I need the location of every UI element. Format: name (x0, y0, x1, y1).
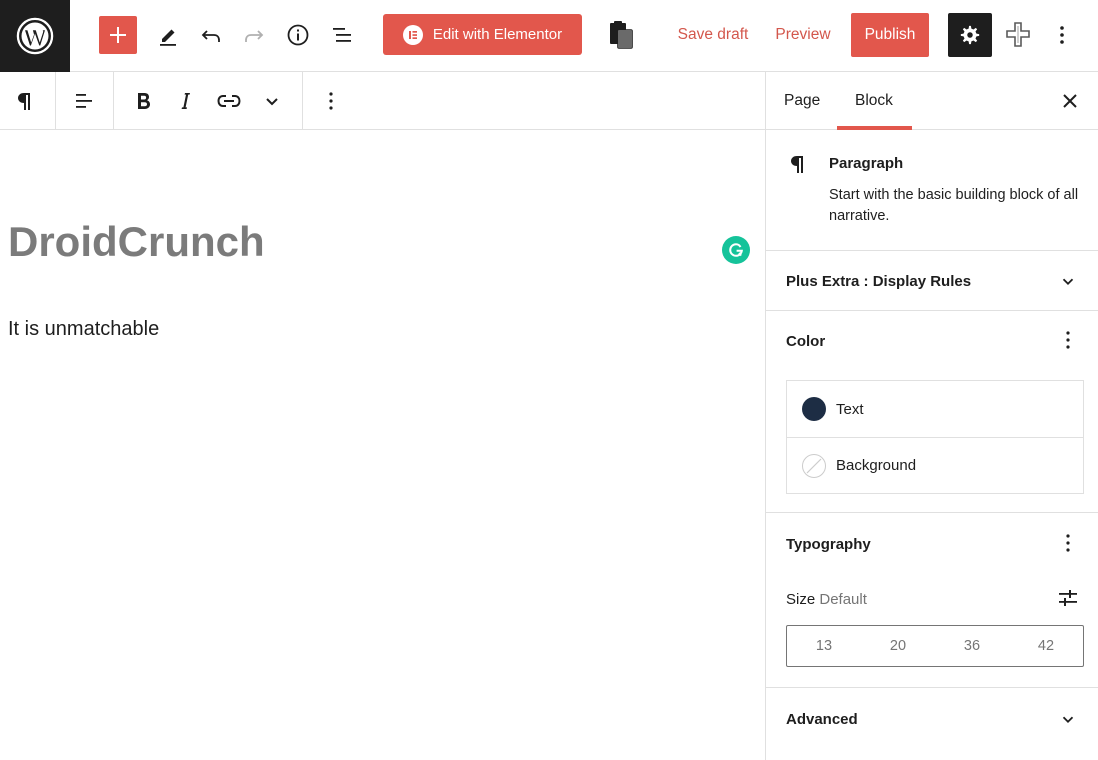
list-view-button[interactable] (324, 14, 360, 55)
settings-sidebar: Page Block Paragraph Start with the basi… (765, 72, 1098, 760)
font-size-option[interactable]: 20 (861, 626, 935, 666)
paragraph-block[interactable]: It is unmatchable (8, 318, 159, 341)
background-color-swatch (802, 453, 826, 478)
more-vertical-icon (1066, 331, 1070, 349)
more-vertical-icon (1060, 25, 1064, 44)
tab-page[interactable]: Page (784, 72, 820, 130)
preview-button[interactable]: Preview (773, 14, 833, 55)
font-size-value: Default (819, 591, 867, 608)
redo-icon (245, 29, 264, 42)
tab-block[interactable]: Block (855, 72, 893, 130)
plugin-plus-icon (1006, 21, 1030, 47)
color-background-item[interactable]: Background (787, 437, 1083, 493)
wordpress-logo-button[interactable] (0, 0, 70, 72)
align-left-icon (76, 94, 92, 108)
grammarly-icon (729, 243, 743, 257)
font-size-option[interactable]: 13 (787, 626, 861, 666)
close-icon (1063, 94, 1077, 108)
font-size-option[interactable]: 36 (935, 626, 1009, 666)
typography-options-button[interactable] (1056, 531, 1080, 555)
details-button[interactable] (280, 14, 316, 55)
chevron-down-icon[interactable] (1056, 269, 1080, 293)
font-size-picker: 13 20 36 42 (786, 625, 1084, 667)
italic-icon (181, 93, 190, 109)
editor-canvas: DroidCrunch It is unmatchable (0, 130, 765, 760)
grammarly-button[interactable] (722, 236, 750, 264)
chevron-down-icon (266, 98, 278, 106)
font-size-option[interactable]: 42 (1009, 626, 1083, 666)
custom-size-button[interactable] (1056, 586, 1080, 610)
list-view-icon (333, 27, 351, 42)
color-settings-list: Text Background (786, 380, 1084, 494)
color-background-label: Background (836, 457, 917, 474)
info-icon (287, 24, 309, 45)
block-toolbar (0, 72, 766, 130)
font-size-label-text: Size (786, 591, 816, 608)
more-formatting-button[interactable] (257, 86, 287, 116)
gear-icon (960, 25, 980, 45)
block-type-button[interactable] (10, 86, 40, 116)
edit-with-elementor-label: Edit with Elementor (432, 26, 563, 43)
advanced-panel[interactable]: Advanced (766, 688, 1098, 760)
undo-button[interactable] (193, 14, 229, 55)
italic-button[interactable] (171, 86, 201, 116)
sidebar-tabs: Page Block (766, 72, 1098, 130)
bold-icon (138, 93, 150, 109)
settings-sliders-icon (1059, 590, 1077, 606)
clipboard-icon (610, 20, 633, 49)
text-color-swatch (802, 397, 826, 421)
color-text-item[interactable]: Text (787, 381, 1083, 437)
add-block-button[interactable] (99, 16, 137, 54)
options-button[interactable] (1044, 14, 1080, 55)
edit-with-elementor-button[interactable]: Edit with Elementor (383, 14, 582, 55)
typography-panel-title: Typography (786, 536, 871, 553)
block-options-button[interactable] (316, 86, 346, 116)
display-rules-panel-title: Plus Extra : Display Rules (786, 273, 972, 290)
save-draft-button[interactable]: Save draft (676, 14, 750, 55)
plus-icon (110, 27, 126, 43)
settings-button[interactable] (948, 13, 992, 57)
plugin-button[interactable] (1000, 14, 1036, 55)
post-title[interactable]: DroidCrunch (8, 218, 265, 266)
more-vertical-icon (329, 92, 333, 110)
bold-button[interactable] (128, 86, 158, 116)
tools-button[interactable] (150, 14, 186, 55)
editor-header: Edit with Elementor Save draft Preview P… (0, 0, 1098, 72)
block-card-title: Paragraph (829, 155, 904, 172)
color-text-label: Text (836, 400, 864, 418)
color-panel-title: Color (786, 333, 826, 350)
close-sidebar-button[interactable] (1056, 87, 1084, 115)
pilcrow-icon (18, 93, 30, 110)
color-options-button[interactable] (1056, 328, 1080, 352)
clipboard-button[interactable] (603, 14, 639, 55)
advanced-panel-title: Advanced (786, 711, 858, 728)
more-vertical-icon (1066, 534, 1070, 552)
block-card-description: Start with the basic building block of a… (829, 187, 1079, 224)
align-button[interactable] (69, 86, 99, 116)
block-card: Paragraph Start with the basic building … (766, 130, 1098, 251)
display-rules-panel[interactable]: Plus Extra : Display Rules (766, 251, 1098, 311)
link-button[interactable] (214, 86, 244, 116)
wordpress-logo-icon (16, 17, 54, 55)
undo-icon (201, 29, 220, 42)
pilcrow-icon (788, 152, 808, 181)
link-icon (217, 95, 241, 107)
pencil-icon (160, 29, 176, 46)
publish-button[interactable]: Publish (851, 13, 929, 57)
block-editor: Edit with Elementor Save draft Preview P… (0, 0, 1098, 760)
chevron-down-icon[interactable] (1056, 707, 1080, 731)
redo-button[interactable] (236, 14, 272, 55)
font-size-label: Size Default (786, 591, 867, 608)
elementor-icon (402, 24, 423, 45)
